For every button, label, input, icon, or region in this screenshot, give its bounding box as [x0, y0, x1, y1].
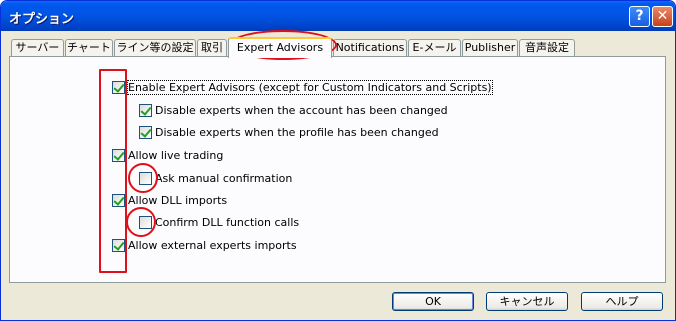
allow-external-imports-label: Allow external experts imports: [128, 238, 297, 252]
tab-server[interactable]: サーバー: [11, 39, 64, 57]
tab-trade[interactable]: 取引: [197, 39, 227, 57]
confirm-dll-calls-label: Confirm DLL function calls: [155, 215, 300, 229]
option-ask-manual-confirmation[interactable]: Ask manual confirmation: [139, 171, 292, 185]
tab-email[interactable]: E-メール: [408, 39, 461, 57]
title-bar[interactable]: オプション ? ✕: [1, 1, 675, 31]
disable-account-change-label: Disable experts when the account has bee…: [155, 103, 448, 117]
option-confirm-dll-calls[interactable]: Confirm DLL function calls: [139, 215, 299, 229]
enable-experts-label: Enable Expert Advisors (except for Custo…: [127, 79, 493, 95]
allow-external-imports-checkbox[interactable]: [112, 238, 125, 252]
allow-live-trading-label: Allow live trading: [128, 148, 224, 162]
ask-manual-confirmation-checkbox[interactable]: [139, 171, 152, 185]
tab-expert-advisors[interactable]: Expert Advisors: [228, 37, 332, 58]
help-icon[interactable]: ?: [629, 6, 650, 27]
tab-sound-settings[interactable]: 音声設定: [519, 39, 575, 57]
close-icon[interactable]: ✕: [652, 6, 673, 27]
options-dialog: オプション ? ✕ サーバー チャート ライン等の設定 取引 Expert Ad…: [0, 0, 676, 321]
allow-dll-imports-label: Allow DLL imports: [128, 193, 228, 207]
allow-dll-imports-checkbox[interactable]: [112, 193, 125, 207]
help-button[interactable]: ヘルプ: [581, 292, 663, 311]
disable-profile-change-label: Disable experts when the profile has bee…: [155, 125, 439, 139]
option-allow-dll-imports[interactable]: Allow DLL imports: [112, 193, 227, 207]
enable-experts-checkbox[interactable]: [112, 80, 125, 94]
ok-button[interactable]: OK: [392, 292, 474, 311]
tab-publisher[interactable]: Publisher: [462, 39, 518, 57]
option-allow-live-trading[interactable]: Allow live trading: [112, 148, 223, 162]
option-disable-on-profile-change[interactable]: Disable experts when the profile has bee…: [139, 125, 439, 139]
option-allow-external-imports[interactable]: Allow external experts imports: [112, 238, 297, 252]
allow-live-trading-checkbox[interactable]: [112, 148, 125, 162]
option-disable-on-account-change[interactable]: Disable experts when the account has bee…: [139, 103, 448, 117]
confirm-dll-calls-checkbox[interactable]: [139, 215, 152, 229]
disable-profile-change-checkbox[interactable]: [139, 125, 152, 139]
disable-account-change-checkbox[interactable]: [139, 103, 152, 117]
window-title: オプション: [9, 12, 75, 27]
cancel-button[interactable]: キャンセル: [486, 292, 568, 311]
tab-chart[interactable]: チャート: [65, 39, 113, 57]
ask-manual-confirmation-label: Ask manual confirmation: [155, 171, 293, 185]
tab-line-settings[interactable]: ライン等の設定: [114, 39, 196, 57]
option-enable-experts[interactable]: Enable Expert Advisors (except for Custo…: [112, 79, 493, 95]
tab-notifications[interactable]: Notifications: [333, 39, 407, 57]
